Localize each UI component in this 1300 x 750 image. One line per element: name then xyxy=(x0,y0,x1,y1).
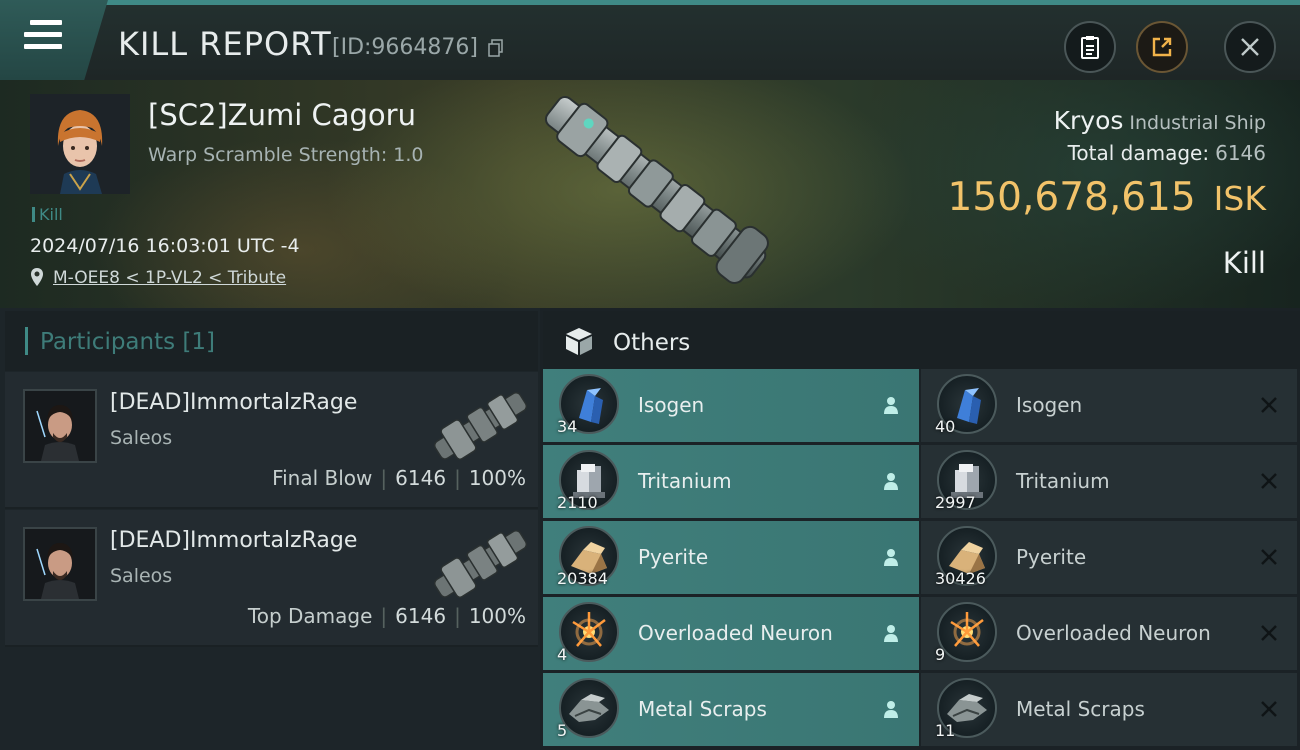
participants-panel: Participants [1] [DEAD]ImmortalzRage Sal… xyxy=(0,308,540,750)
victim-avatar-icon xyxy=(30,94,130,194)
participant-role: Final Blow xyxy=(272,466,373,490)
item-quantity: 11 xyxy=(935,721,956,740)
item-quantity: 20384 xyxy=(557,569,608,588)
participant-stats: Top Damage | 6146 | 100% xyxy=(247,604,526,628)
participant-ship-icon[interactable] xyxy=(425,518,535,608)
destroyed-x-icon xyxy=(1261,625,1277,641)
share-icon xyxy=(1152,37,1172,57)
participant-damage: 6146 xyxy=(395,466,447,490)
participant-damage: 6146 xyxy=(395,604,447,628)
overloaded-neuron-icon xyxy=(559,602,619,662)
copy-icon[interactable] xyxy=(488,39,504,57)
destroyed-x-icon xyxy=(1261,549,1277,565)
victim-banner: [SC2]Zumi Cagoru Warp Scramble Strength:… xyxy=(0,80,1300,308)
ship-class: Industrial Ship xyxy=(1129,112,1266,134)
cube-icon xyxy=(566,328,592,355)
destroyed-item[interactable]: 40 Isogen xyxy=(921,369,1297,442)
destroyed-item[interactable]: 9 Overloaded Neuron xyxy=(921,597,1297,670)
clipboard-icon xyxy=(1081,36,1099,59)
item-name: Tritanium xyxy=(1016,469,1110,493)
participants-title: Participants [1] xyxy=(40,329,215,355)
location-pin-icon xyxy=(31,268,43,286)
item-name: Overloaded Neuron xyxy=(1016,621,1211,645)
close-button[interactable] xyxy=(1224,21,1276,73)
participant-percent: 100% xyxy=(468,466,526,490)
participant-name[interactable]: [DEAD]ImmortalzRage xyxy=(110,390,357,415)
overloaded-neuron-icon xyxy=(937,602,997,662)
kill-result-label: Kill xyxy=(1222,246,1266,280)
kill-tag: Kill xyxy=(32,205,63,224)
warp-scramble-strength: Warp Scramble Strength: 1.0 xyxy=(148,144,424,166)
participant-ship: Saleos xyxy=(110,565,173,587)
participant-ship: Saleos xyxy=(110,427,173,449)
item-name: Tritanium xyxy=(638,469,732,493)
metal-scraps-icon xyxy=(559,678,619,738)
destroyed-item[interactable]: 11 Metal Scraps xyxy=(921,673,1297,746)
dropped-person-icon xyxy=(884,549,898,566)
others-header: Others xyxy=(543,311,1300,369)
page-title: KILL REPORT xyxy=(118,25,332,63)
item-quantity: 30426 xyxy=(935,569,986,588)
dropped-item[interactable]: 20384 Pyerite xyxy=(543,521,919,594)
participant-name[interactable]: [DEAD]ImmortalzRage xyxy=(110,528,357,553)
item-name: Pyerite xyxy=(1016,545,1087,569)
dropped-item[interactable]: 34 Isogen xyxy=(543,369,919,442)
kill-location-link[interactable]: M-OEE8 < 1P-VL2 < Tribute xyxy=(53,268,286,288)
item-name: Isogen xyxy=(638,393,705,417)
item-name: Metal Scraps xyxy=(638,697,767,721)
participant-stats: Final Blow | 6146 | 100% xyxy=(272,466,526,490)
participant-ship-icon[interactable] xyxy=(425,380,535,470)
close-icon xyxy=(1241,38,1259,56)
item-name: Isogen xyxy=(1016,393,1083,417)
dropped-item[interactable]: 2110 Tritanium xyxy=(543,445,919,518)
clipboard-button[interactable] xyxy=(1064,21,1116,73)
dropped-item[interactable]: 5 Metal Scraps xyxy=(543,673,919,746)
others-panel: Others 34 Isogen 2110 Tritanium 20384 Pyerite… xyxy=(543,308,1300,750)
item-name: Metal Scraps xyxy=(1016,697,1145,721)
victim-portrait[interactable] xyxy=(30,94,130,194)
dropped-item[interactable]: 4 Overloaded Neuron xyxy=(543,597,919,670)
participant-avatar[interactable] xyxy=(23,527,97,601)
destroyed-item[interactable]: 30426 Pyerite xyxy=(921,521,1297,594)
total-damage-value: 6146 xyxy=(1215,141,1266,165)
destroyed-x-icon xyxy=(1261,473,1277,489)
participant-avatar-icon xyxy=(25,529,95,599)
participant-row[interactable]: [DEAD]ImmortalzRage Saleos Top Damage | 61… xyxy=(5,510,538,647)
hamburger-menu-icon xyxy=(24,20,62,52)
victim-ship-icon[interactable] xyxy=(535,88,775,303)
item-quantity: 9 xyxy=(935,645,946,664)
dropped-person-icon xyxy=(884,473,898,490)
participant-avatar[interactable] xyxy=(23,389,97,463)
victim-name[interactable]: [SC2]Zumi Cagoru xyxy=(148,98,416,132)
kill-timestamp: 2024/07/16 16:03:01 UTC -4 xyxy=(30,235,300,257)
item-quantity: 40 xyxy=(935,417,956,436)
others-title: Others xyxy=(613,330,691,356)
item-quantity: 2110 xyxy=(557,493,598,512)
destroyed-x-icon xyxy=(1261,701,1277,717)
participant-avatar-icon xyxy=(25,391,95,461)
participant-role: Top Damage xyxy=(247,604,373,628)
victim-ship-name[interactable]: Kryos Industrial Ship xyxy=(1054,106,1266,135)
destroyed-x-icon xyxy=(1261,397,1277,413)
participant-row[interactable]: [DEAD]ImmortalzRage Saleos Final Blow | 61… xyxy=(5,372,538,509)
participant-percent: 100% xyxy=(468,604,526,628)
dropped-person-icon xyxy=(884,397,898,414)
item-quantity: 5 xyxy=(557,721,568,740)
item-quantity: 2997 xyxy=(935,493,976,512)
item-quantity: 4 xyxy=(557,645,568,664)
destroyed-item[interactable]: 2997 Tritanium xyxy=(921,445,1297,518)
isk-value: 150,678,615 ISK xyxy=(947,175,1266,220)
menu-button[interactable] xyxy=(0,0,108,80)
item-name: Pyerite xyxy=(638,545,709,569)
share-button[interactable] xyxy=(1136,21,1188,73)
dropped-person-icon xyxy=(884,625,898,642)
item-name: Overloaded Neuron xyxy=(638,621,833,645)
participants-header[interactable]: Participants [1] xyxy=(5,311,538,371)
top-bar: KILL REPORT [ID:9664876] xyxy=(0,0,1300,80)
isk-unit: ISK xyxy=(1213,179,1266,218)
dropped-person-icon xyxy=(884,701,898,718)
total-damage: Total damage: 6146 xyxy=(1067,141,1266,165)
item-quantity: 34 xyxy=(557,417,578,436)
report-id: [ID:9664876] xyxy=(332,35,478,60)
